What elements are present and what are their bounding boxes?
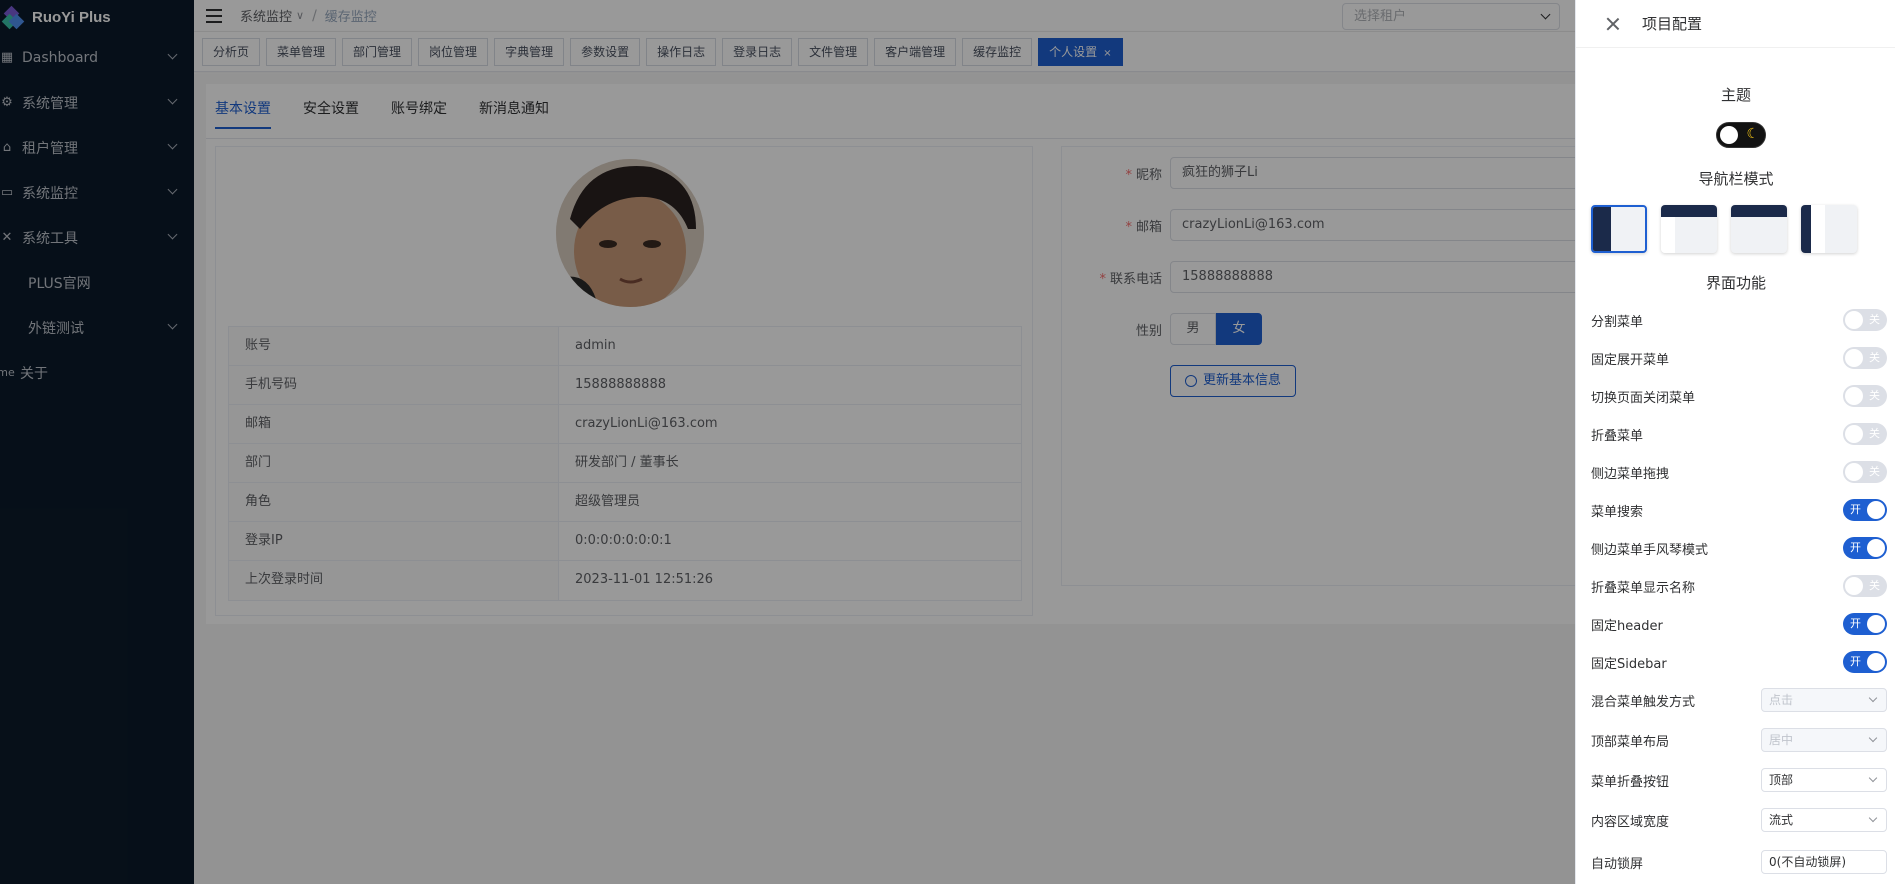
switch-knob — [1845, 425, 1863, 443]
layout-option-side[interactable] — [1591, 205, 1647, 253]
switch-text: 开 — [1850, 617, 1861, 630]
setting-switch[interactable]: 开 — [1843, 651, 1887, 673]
setting-select: 居中 — [1761, 728, 1887, 752]
setting-row: 切换页面关闭菜单 关 — [1591, 384, 1887, 408]
setting-label: 顶部菜单布局 — [1591, 734, 1670, 750]
layout-option-top[interactable] — [1731, 205, 1787, 253]
setting-label: 固定header — [1591, 618, 1663, 634]
setting-label: 侧边菜单拖拽 — [1591, 466, 1670, 482]
setting-switch[interactable]: 关 — [1843, 309, 1887, 331]
setting-label: 菜单折叠按钮 — [1591, 774, 1670, 790]
setting-row: 固定Sidebar 开 — [1591, 650, 1887, 674]
setting-label: 侧边菜单手风琴模式 — [1591, 542, 1709, 558]
setting-label: 混合菜单触发方式 — [1591, 694, 1696, 710]
moon-icon: ☾ — [1746, 126, 1759, 142]
select-value: 居中 — [1769, 733, 1794, 747]
switch-knob — [1867, 501, 1885, 519]
setting-switch[interactable]: 开 — [1843, 613, 1887, 635]
layout-option-mix[interactable] — [1661, 205, 1717, 253]
app-root: RuoYi Plus ▦ Dashboard ⚙ 系统管理 ⌂ 租户管理 ▭ 系统监控 ✕ 系统工… — [0, 0, 1895, 884]
select-value: 流式 — [1769, 813, 1794, 827]
autolock-input[interactable]: 0(不自动锁屏) — [1761, 850, 1887, 874]
chevron-down-icon — [1868, 733, 1878, 743]
setting-label: 菜单搜索 — [1591, 504, 1644, 520]
close-icon[interactable] — [1606, 17, 1620, 31]
theme-toggle[interactable]: ☾ — [1716, 122, 1766, 148]
setting-row: 侧边菜单手风琴模式 开 — [1591, 536, 1887, 560]
autolock-row: 自动锁屏 0(不自动锁屏) — [1591, 850, 1887, 874]
setting-switch[interactable]: 关 — [1843, 385, 1887, 407]
autolock-label: 自动锁屏 — [1591, 856, 1644, 872]
setting-switch[interactable]: 关 — [1843, 461, 1887, 483]
switch-knob — [1845, 577, 1863, 595]
switch-knob — [1867, 539, 1885, 557]
setting-row: 顶部菜单布局 居中 — [1591, 728, 1887, 752]
setting-label: 固定展开菜单 — [1591, 352, 1670, 368]
setting-label: 折叠菜单 — [1591, 428, 1644, 444]
setting-row: 内容区域宽度 流式 — [1591, 808, 1887, 832]
setting-select: 点击 — [1761, 688, 1887, 712]
switch-text: 关 — [1869, 351, 1880, 364]
setting-row: 混合菜单触发方式 点击 — [1591, 688, 1887, 712]
setting-row: 折叠菜单 关 — [1591, 422, 1887, 446]
select-value: 点击 — [1769, 693, 1794, 707]
setting-row: 菜单折叠按钮 顶部 — [1591, 768, 1887, 792]
setting-row: 侧边菜单拖拽 关 — [1591, 460, 1887, 484]
nav-mode-section-title: 导航栏模式 — [1698, 170, 1774, 188]
switch-knob — [1845, 311, 1863, 329]
chevron-down-icon — [1868, 693, 1878, 703]
switch-text: 关 — [1869, 579, 1880, 592]
switch-text: 关 — [1869, 389, 1880, 402]
setting-row: 折叠菜单显示名称 关 — [1591, 574, 1887, 598]
drawer-mask[interactable] — [0, 0, 1575, 884]
switch-text: 关 — [1869, 313, 1880, 326]
setting-label: 切换页面关闭菜单 — [1591, 390, 1696, 406]
switch-text: 关 — [1869, 427, 1880, 440]
drawer-title: 项目配置 — [1642, 15, 1703, 33]
switch-knob — [1867, 615, 1885, 633]
ui-section-title: 界面功能 — [1705, 274, 1766, 292]
setting-label: 折叠菜单显示名称 — [1591, 580, 1696, 596]
setting-select[interactable]: 流式 — [1761, 808, 1887, 832]
setting-label: 固定Sidebar — [1591, 656, 1667, 672]
switch-knob — [1845, 387, 1863, 405]
switch-text: 关 — [1869, 465, 1880, 478]
setting-row: 固定header 开 — [1591, 612, 1887, 636]
theme-section-title: 主题 — [1720, 86, 1751, 104]
settings-drawer: 项目配置 主题 ☾ 导航栏模式 界面功能 分割菜单关固定展开菜单关切换页面关闭菜… — [1575, 0, 1895, 884]
nav-mode-options — [1591, 205, 1857, 253]
setting-select[interactable]: 顶部 — [1761, 768, 1887, 792]
setting-switch[interactable]: 关 — [1843, 575, 1887, 597]
layout-option-mix-side[interactable] — [1801, 205, 1857, 253]
select-value: 顶部 — [1769, 773, 1794, 787]
setting-row: 分割菜单 关 — [1591, 308, 1887, 332]
setting-switch[interactable]: 关 — [1843, 347, 1887, 369]
switch-knob — [1845, 463, 1863, 481]
theme-toggle-knob — [1720, 126, 1738, 144]
setting-switch[interactable]: 关 — [1843, 423, 1887, 445]
setting-label: 分割菜单 — [1591, 314, 1644, 330]
switch-text: 开 — [1850, 541, 1861, 554]
setting-row: 固定展开菜单 关 — [1591, 346, 1887, 370]
setting-switch[interactable]: 开 — [1843, 499, 1887, 521]
switch-text: 开 — [1850, 655, 1861, 668]
chevron-down-icon — [1868, 773, 1878, 783]
setting-switch[interactable]: 开 — [1843, 537, 1887, 559]
setting-label: 内容区域宽度 — [1591, 814, 1670, 830]
chevron-down-icon — [1868, 813, 1878, 823]
switch-knob — [1867, 653, 1885, 671]
switch-text: 开 — [1850, 503, 1861, 516]
switch-knob — [1845, 349, 1863, 367]
setting-row: 菜单搜索 开 — [1591, 498, 1887, 522]
drawer-header: 项目配置 — [1576, 0, 1895, 48]
